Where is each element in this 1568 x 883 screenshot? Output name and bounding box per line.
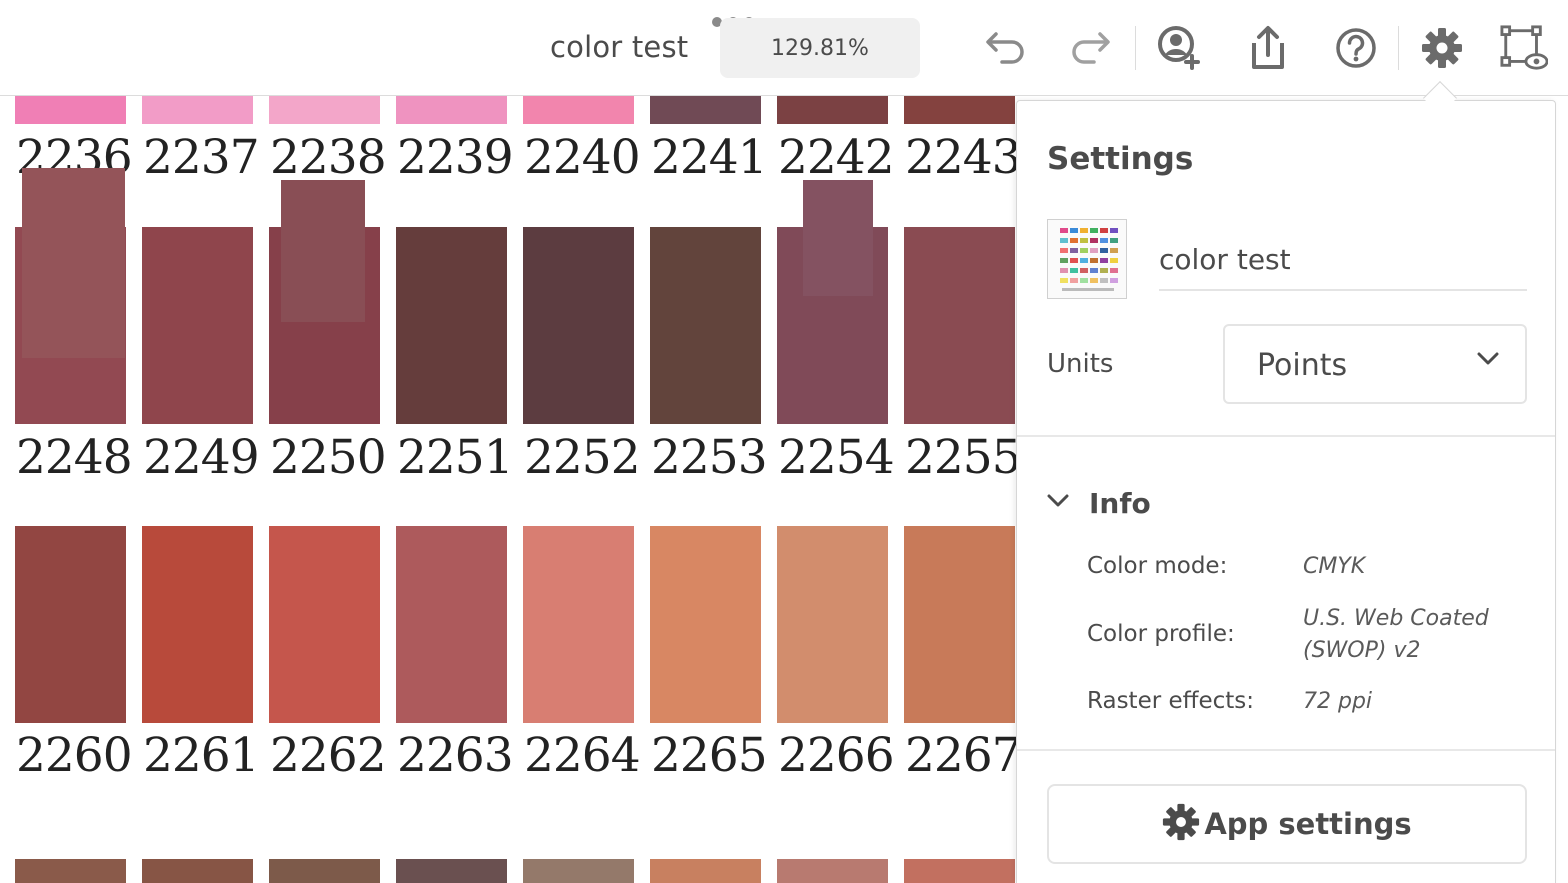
help-icon[interactable] [1332,24,1380,72]
swatch-number-label: 2254 [778,430,895,485]
overlay-swatch[interactable] [803,180,873,296]
color-swatch[interactable] [142,227,253,424]
toolbar-divider [1135,26,1136,70]
settings-panel: Settings color test Units Points Info Co… [1016,100,1556,883]
color-mode-label: Color mode: [1087,553,1228,579]
color-swatch[interactable] [396,227,507,424]
document-name-field[interactable]: color test [1159,241,1527,291]
color-swatch[interactable] [650,859,761,883]
swatch-number-label: 2239 [397,130,514,185]
swatch-number-label: 2265 [651,728,768,783]
share-icon[interactable] [1244,24,1292,72]
gear-icon [1162,803,1200,846]
top-toolbar: color test 129.81% [0,0,1568,96]
section-divider [1017,435,1555,437]
color-swatch[interactable] [523,227,634,424]
color-swatch[interactable] [904,96,1015,124]
undo-icon[interactable] [980,24,1028,72]
swatch-number-label: 2255 [905,430,1016,485]
swatch-number-label: 2267 [905,728,1016,783]
swatch-number-label: 2238 [270,130,387,185]
swatch-number-label: 2266 [778,728,895,783]
color-swatch[interactable] [269,526,380,723]
color-swatch[interactable] [523,526,634,723]
artboard-canvas[interactable]: 2236 2237 2238 2239 2240 2241 2242 2243 2248 2249… [0,96,1016,883]
panel-title: Settings [1047,141,1194,177]
color-swatch[interactable] [523,96,634,124]
swatch-number-label: 2253 [651,430,768,485]
color-swatch[interactable] [523,859,634,883]
color-swatch[interactable] [15,526,126,723]
swatch-number-label: 2241 [651,130,768,185]
swatch-number-label: 2264 [524,728,641,783]
invite-person-icon[interactable] [1156,24,1204,72]
swatch-number-label: 2240 [524,130,641,185]
raster-effects-value: 72 ppi [1303,689,1373,714]
swatch-number-label: 2242 [778,130,895,185]
color-swatch[interactable] [777,96,888,124]
swatch-number-label: 2260 [16,728,133,783]
color-swatch[interactable] [777,526,888,723]
app-settings-button[interactable]: App settings [1047,784,1527,864]
units-label: Units [1047,349,1114,379]
color-swatch[interactable] [777,859,888,883]
settings-gear-icon[interactable] [1418,24,1466,72]
color-swatch[interactable] [15,859,126,883]
toolbar-divider [1398,26,1399,70]
swatch-number-label: 2237 [143,130,260,185]
raster-effects-label: Raster effects: [1087,688,1255,714]
artboard-view-icon[interactable] [1500,24,1548,72]
swatch-number-label: 2250 [270,430,387,485]
swatch-number-label: 2251 [397,430,514,485]
chevron-down-icon [1477,352,1499,371]
color-swatch[interactable] [650,526,761,723]
color-swatch[interactable] [904,526,1015,723]
swatch-number-label: 2252 [524,430,641,485]
color-swatch[interactable] [396,526,507,723]
color-swatch[interactable] [904,227,1015,424]
color-swatch[interactable] [269,96,380,124]
color-swatch[interactable] [650,96,761,124]
swatch-number-label: 2261 [143,728,260,783]
color-swatch[interactable] [650,227,761,424]
color-mode-value: CMYK [1303,554,1366,579]
info-section-toggle[interactable]: Info [1047,485,1151,521]
color-profile-value: U.S. Web Coated (SWOP) v2 [1303,606,1489,663]
document-thumbnail [1047,219,1127,299]
info-section-title: Info [1089,486,1151,520]
overlay-swatch[interactable] [22,168,125,358]
color-swatch[interactable] [15,96,126,124]
overlay-swatch[interactable] [281,180,365,322]
redo-icon[interactable] [1068,24,1116,72]
swatch-number-label: 2243 [905,130,1016,185]
chevron-down-icon [1047,494,1069,513]
color-swatch[interactable] [904,859,1015,883]
color-swatch[interactable] [142,96,253,124]
swatch-number-label: 2262 [270,728,387,783]
section-divider [1017,749,1555,751]
zoom-level-field[interactable]: 129.81% [720,18,920,78]
document-title[interactable]: color test [550,30,688,64]
app-settings-label: App settings [1204,807,1412,841]
color-swatch[interactable] [396,96,507,124]
color-swatch[interactable] [269,859,380,883]
color-swatch[interactable] [142,859,253,883]
color-swatch[interactable] [142,526,253,723]
swatch-number-label: 2248 [16,430,133,485]
units-dropdown[interactable]: Points [1223,324,1527,404]
swatch-number-label: 2263 [397,728,514,783]
color-swatch[interactable] [396,859,507,883]
document-name-value: color test [1159,243,1291,276]
units-selected-value: Points [1257,348,1348,383]
zoom-level-text: 129.81% [771,36,869,61]
swatch-number-label: 2249 [143,430,260,485]
color-profile-label: Color profile: [1087,621,1235,647]
